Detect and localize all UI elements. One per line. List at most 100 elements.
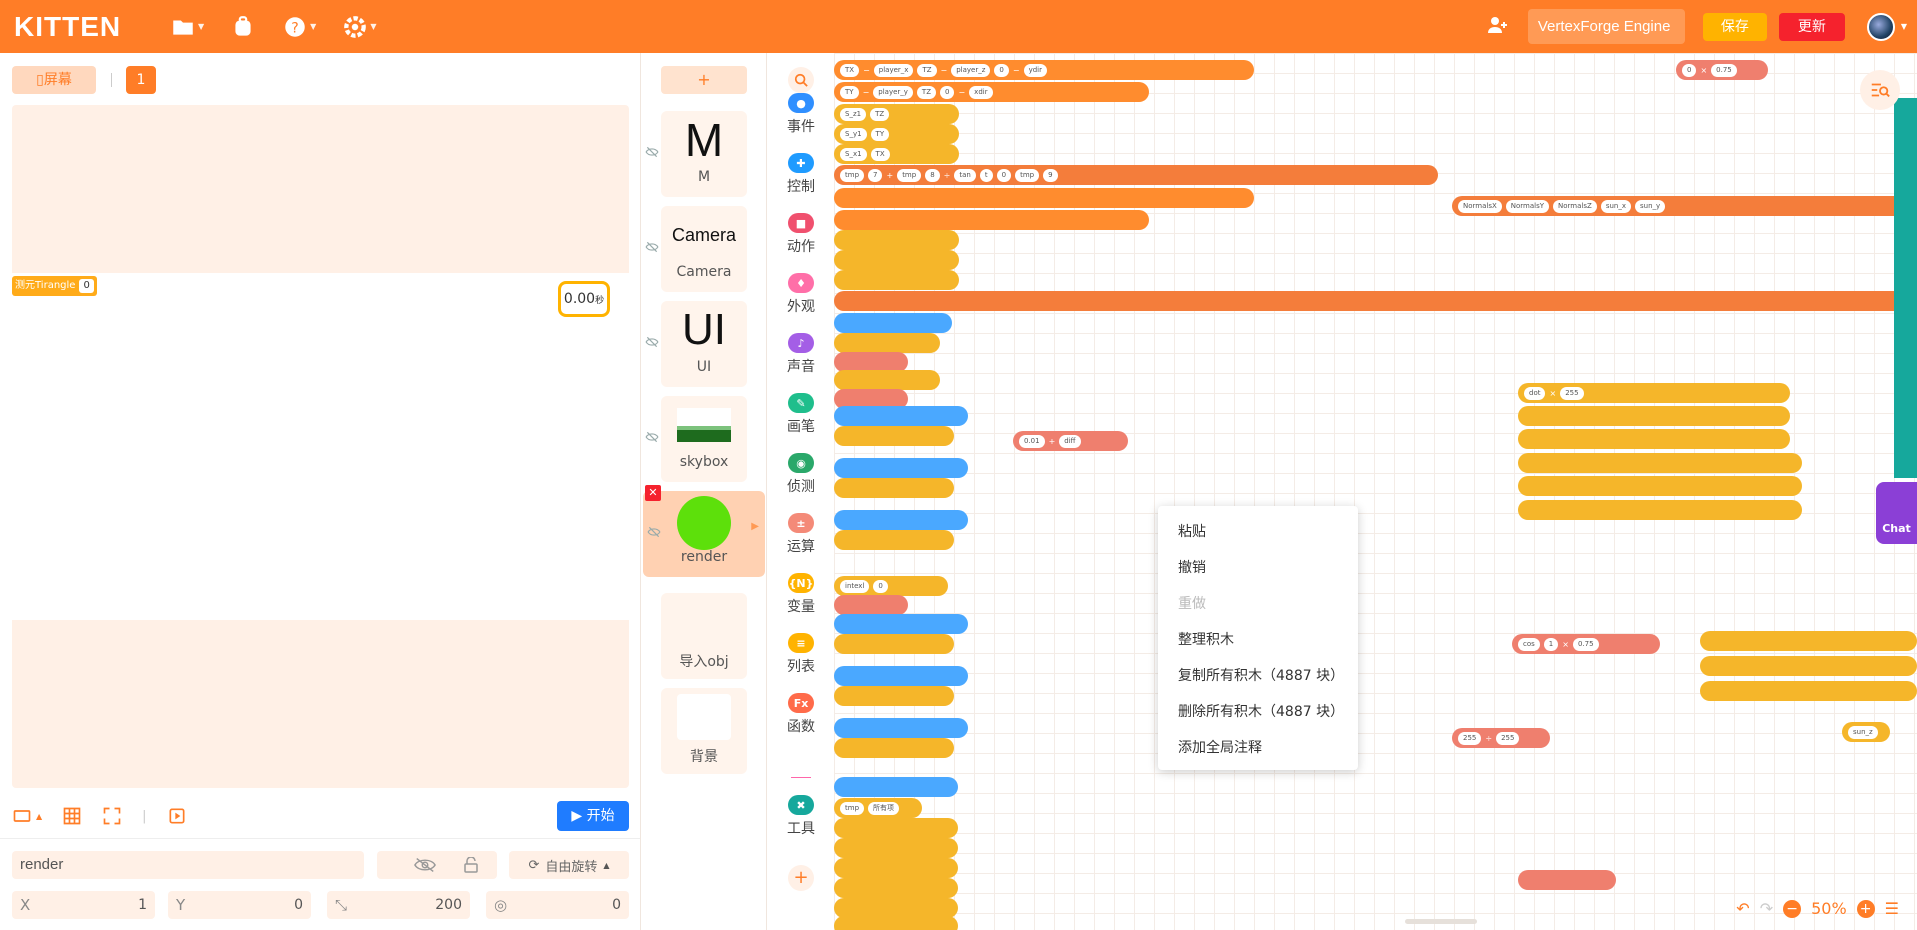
code-block[interactable] — [834, 230, 959, 250]
eye-off-icon[interactable] — [645, 335, 659, 353]
code-block[interactable]: 0 × 0.75 — [1676, 60, 1768, 80]
fullscreen-button[interactable] — [102, 806, 122, 826]
code-block[interactable]: tmp 7 + tmp 8 ÷ tan t 0 tmp 9 — [834, 165, 1438, 185]
zoom-in-button[interactable]: + — [1856, 899, 1875, 918]
code-block[interactable] — [834, 686, 954, 706]
add-collaborator-button[interactable] — [1486, 13, 1510, 41]
horizontal-scrollbar[interactable] — [1405, 919, 1477, 924]
code-block[interactable] — [834, 916, 958, 930]
file-menu[interactable]: ▼ — [170, 14, 204, 40]
code-block[interactable]: cos 1 × 0.75 — [1512, 634, 1660, 654]
settings-menu[interactable]: ▼ — [342, 14, 376, 40]
code-block[interactable] — [834, 666, 968, 686]
code-block[interactable] — [1518, 406, 1790, 426]
code-block[interactable] — [834, 270, 959, 290]
direction-field[interactable]: ◎ 0 — [486, 891, 629, 919]
code-block[interactable] — [834, 718, 968, 738]
category-shirt[interactable]: ♦ 外观 — [767, 273, 835, 316]
backpack-button[interactable] — [230, 14, 256, 40]
category-variable[interactable]: {N} 变量 — [767, 573, 835, 616]
code-block[interactable] — [834, 858, 958, 878]
code-block[interactable]: TY − player_y TZ 0− xdir — [834, 82, 1149, 102]
code-block[interactable] — [834, 614, 968, 634]
code-block[interactable] — [1518, 870, 1616, 890]
code-block[interactable]: S_z1 TZ — [834, 104, 959, 124]
code-block[interactable] — [834, 818, 958, 838]
timer-widget[interactable]: 0.00秒 — [558, 281, 610, 317]
chevron-down-icon[interactable]: ▼ — [1901, 22, 1907, 31]
code-block[interactable]: S_y1 TY — [834, 124, 959, 144]
category-toggle[interactable]: ● 事件 — [767, 93, 835, 136]
code-block[interactable] — [834, 406, 968, 426]
code-block[interactable] — [1700, 631, 1917, 651]
code-block[interactable] — [1894, 98, 1917, 478]
sprite-card-background[interactable]: 背景 — [661, 688, 747, 774]
category-pen[interactable]: ✎ 画笔 — [767, 393, 835, 436]
sprite-card-render[interactable]: ✕ render ▶ — [643, 485, 765, 577]
code-block[interactable] — [834, 738, 954, 758]
code-block[interactable]: intexl 0 — [834, 576, 948, 596]
lock-toggle[interactable] — [444, 851, 497, 879]
context-menu-item[interactable]: 撤销 — [1158, 550, 1358, 586]
code-block[interactable] — [1700, 656, 1917, 676]
code-block[interactable] — [834, 352, 908, 372]
code-block[interactable] — [834, 777, 958, 797]
grid-toggle[interactable] — [62, 806, 82, 826]
category-music[interactable]: ♪ 声音 — [767, 333, 835, 376]
code-block[interactable] — [834, 878, 958, 898]
code-block[interactable]: dot × 255 — [1518, 383, 1790, 403]
category-function[interactable]: Fx 函数 — [767, 693, 835, 736]
eye-off-icon[interactable] — [645, 430, 659, 448]
eye-off-icon[interactable] — [645, 240, 659, 258]
code-block[interactable] — [834, 250, 959, 270]
delete-sprite-icon[interactable]: ✕ — [645, 485, 661, 501]
screen-button[interactable]: ▯屏幕 — [12, 66, 96, 94]
update-button[interactable]: 更新 — [1778, 12, 1845, 41]
outline-icon[interactable]: ☰ — [1885, 899, 1899, 918]
block-search-button[interactable] — [788, 67, 814, 93]
code-block[interactable] — [1518, 476, 1802, 496]
code-block[interactable] — [834, 291, 1917, 311]
code-block[interactable] — [834, 210, 1149, 230]
eye-off-icon[interactable] — [645, 145, 659, 163]
zoom-out-button[interactable]: − — [1783, 899, 1802, 918]
context-menu-item[interactable]: 粘贴 — [1158, 514, 1358, 550]
code-block[interactable] — [834, 478, 954, 498]
code-block[interactable] — [834, 426, 954, 446]
rotation-mode-select[interactable]: ⟳ 自由旋转 ▲ — [509, 851, 629, 879]
add-extension-button[interactable]: + — [788, 865, 814, 891]
context-menu-item[interactable]: 复制所有积木（4887 块） — [1158, 658, 1358, 694]
y-field[interactable]: Y0 — [168, 891, 311, 919]
code-block[interactable] — [834, 530, 954, 550]
code-block[interactable]: sun_z — [1842, 722, 1890, 742]
code-block[interactable]: 255 ÷ 255 — [1452, 728, 1550, 748]
start-button[interactable]: ▶ 开始 — [557, 801, 629, 831]
eye-off-icon[interactable] — [647, 525, 661, 543]
help-menu[interactable]: ? ▼ — [282, 14, 316, 40]
workspace-search-button[interactable] — [1860, 70, 1900, 110]
context-menu-item[interactable]: 添加全局注释 — [1158, 730, 1358, 766]
screen-page-badge[interactable]: 1 — [126, 66, 156, 94]
variable-monitor[interactable]: 测元Tirangle 0 — [12, 276, 97, 296]
code-block[interactable] — [1518, 500, 1802, 520]
app-logo[interactable]: KITTEN — [14, 11, 144, 43]
video-button[interactable] — [167, 806, 187, 826]
sprite-card-m[interactable]: M M — [645, 111, 747, 197]
code-block[interactable] — [834, 838, 958, 858]
code-block[interactable]: 0.01 + diff — [1013, 431, 1128, 451]
code-block[interactable]: NormalsX NormalsY NormalsZ sun_x sun_y — [1452, 196, 1917, 216]
code-block[interactable]: TX − player_x TZ − player_z 0− ydir — [834, 60, 1254, 80]
code-block[interactable] — [834, 595, 908, 615]
code-block[interactable]: tmp 所有项 — [834, 798, 922, 818]
code-block[interactable] — [834, 634, 954, 654]
stage-size-button[interactable]: ▲ — [12, 806, 42, 826]
code-block[interactable] — [834, 510, 968, 530]
undo-icon[interactable]: ↶ — [1736, 899, 1749, 918]
size-field[interactable]: ⤡ 200 — [327, 891, 470, 919]
chevron-right-icon[interactable]: ▶ — [751, 521, 759, 532]
context-menu-item[interactable]: 整理积木 — [1158, 622, 1358, 658]
sprite-card-ui[interactable]: UI UI — [645, 301, 747, 387]
code-block[interactable] — [834, 313, 952, 333]
x-field[interactable]: X1 — [12, 891, 155, 919]
context-menu-item[interactable]: 删除所有积木（4887 块） — [1158, 694, 1358, 730]
